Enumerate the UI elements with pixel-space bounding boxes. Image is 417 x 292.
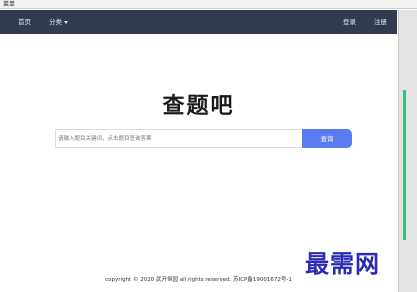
search-button[interactable]: 查询 [302,129,352,148]
background-window-edge [398,10,417,292]
caret-down-icon [64,20,68,24]
search-bar: 查询 [55,129,352,148]
nav-home-link[interactable]: 首页 [18,10,31,34]
window-title: 菜单 [0,0,417,9]
site-logo: 查题吧 [162,93,235,119]
search-input[interactable] [55,129,302,148]
nav-register-link[interactable]: 注册 [374,10,387,34]
nav-login-link[interactable]: 登录 [343,10,356,34]
nav-category-dropdown[interactable]: 分类 [49,10,68,34]
top-navbar: 首页 分类 登录 注册 [0,10,397,34]
nav-category-label: 分类 [49,18,62,26]
background-window-stripe [403,90,406,240]
watermark-logo: 最需网 [305,250,380,278]
